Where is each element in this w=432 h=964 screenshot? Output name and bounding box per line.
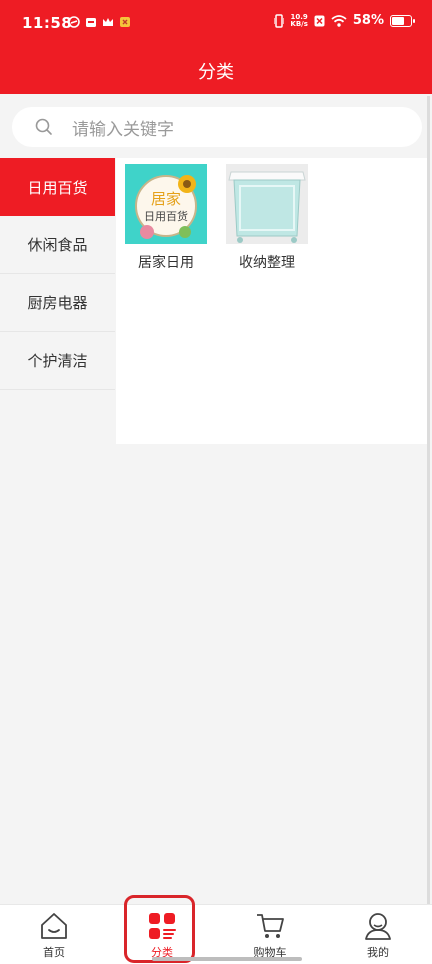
search-input[interactable]: 请输入关键字 xyxy=(12,107,422,147)
tab-profile[interactable]: 我的 xyxy=(324,905,432,964)
speed-unit: KB/s xyxy=(290,19,308,28)
search-icon xyxy=(35,118,52,135)
home-indicator[interactable] xyxy=(152,957,302,961)
battery-fill xyxy=(392,16,404,25)
status-bar: 11:58 10.9 KB/s 58% xyxy=(0,0,432,48)
profile-icon xyxy=(365,913,391,940)
home-icon xyxy=(41,913,67,939)
subcategory-home-daily[interactable]: 居家 日用百货 居家日用 xyxy=(125,164,207,272)
category-sidebar: 日用百货 休闲食品 厨房电器 个护清洁 xyxy=(0,158,115,390)
store-notification-icon xyxy=(86,18,96,27)
battery-percent: 58% xyxy=(352,13,384,28)
sidebar-item-personal-care[interactable]: 个护清洁 xyxy=(0,332,115,390)
sidebar-item-label: 厨房电器 xyxy=(27,294,88,312)
search-placeholder: 请输入关键字 xyxy=(72,119,174,140)
subcategory-storage[interactable]: 收纳整理 xyxy=(226,164,308,272)
scrollbar[interactable] xyxy=(427,96,430,904)
tab-cart[interactable]: 购物车 xyxy=(216,905,324,964)
subcategory-panel: 居家 日用百货 居家日用 收纳整理 xyxy=(116,158,430,444)
system-icons: 10.9 KB/s 58% xyxy=(274,13,415,28)
sidebar-item-label: 休闲食品 xyxy=(27,236,88,254)
vibrate-icon xyxy=(274,13,285,28)
selection-highlight xyxy=(124,895,195,963)
tab-label: 我的 xyxy=(367,946,389,959)
sidebar-item-label: 个护清洁 xyxy=(27,352,88,370)
notification-icons xyxy=(68,16,131,28)
tab-label: 首页 xyxy=(43,946,65,959)
cart-icon xyxy=(257,914,284,938)
status-time: 11:58 xyxy=(22,14,73,32)
sim-off-icon xyxy=(314,15,325,26)
home-daily-thumbnail: 居家 日用百货 xyxy=(125,164,207,244)
storage-box-thumbnail xyxy=(226,164,308,244)
page-title: 分类 xyxy=(198,62,234,83)
bottom-tab-bar: 首页 分类 购物车 我的 xyxy=(0,904,432,964)
sidebar-item-daily-goods[interactable]: 日用百货 xyxy=(0,158,115,216)
wifi-icon xyxy=(331,14,347,27)
crown-notification-icon xyxy=(103,18,113,26)
subcategory-label: 收纳整理 xyxy=(239,255,295,271)
subcategory-label: 居家日用 xyxy=(138,255,194,271)
app-notification-icon xyxy=(68,16,80,28)
coupon-notification-icon xyxy=(120,17,130,27)
thumb-text-bottom: 日用百货 xyxy=(144,209,188,223)
thumb-text-top: 居家 xyxy=(151,190,181,208)
page-header: 分类 xyxy=(0,48,432,94)
sidebar-item-snacks[interactable]: 休闲食品 xyxy=(0,216,115,274)
sidebar-item-kitchen-appliances[interactable]: 厨房电器 xyxy=(0,274,115,332)
battery-icon xyxy=(390,14,415,27)
tab-home[interactable]: 首页 xyxy=(0,905,108,964)
search-area: 请输入关键字 xyxy=(0,94,432,158)
sidebar-item-label: 日用百货 xyxy=(27,178,88,197)
network-speed: 10.9 KB/s xyxy=(290,13,308,28)
